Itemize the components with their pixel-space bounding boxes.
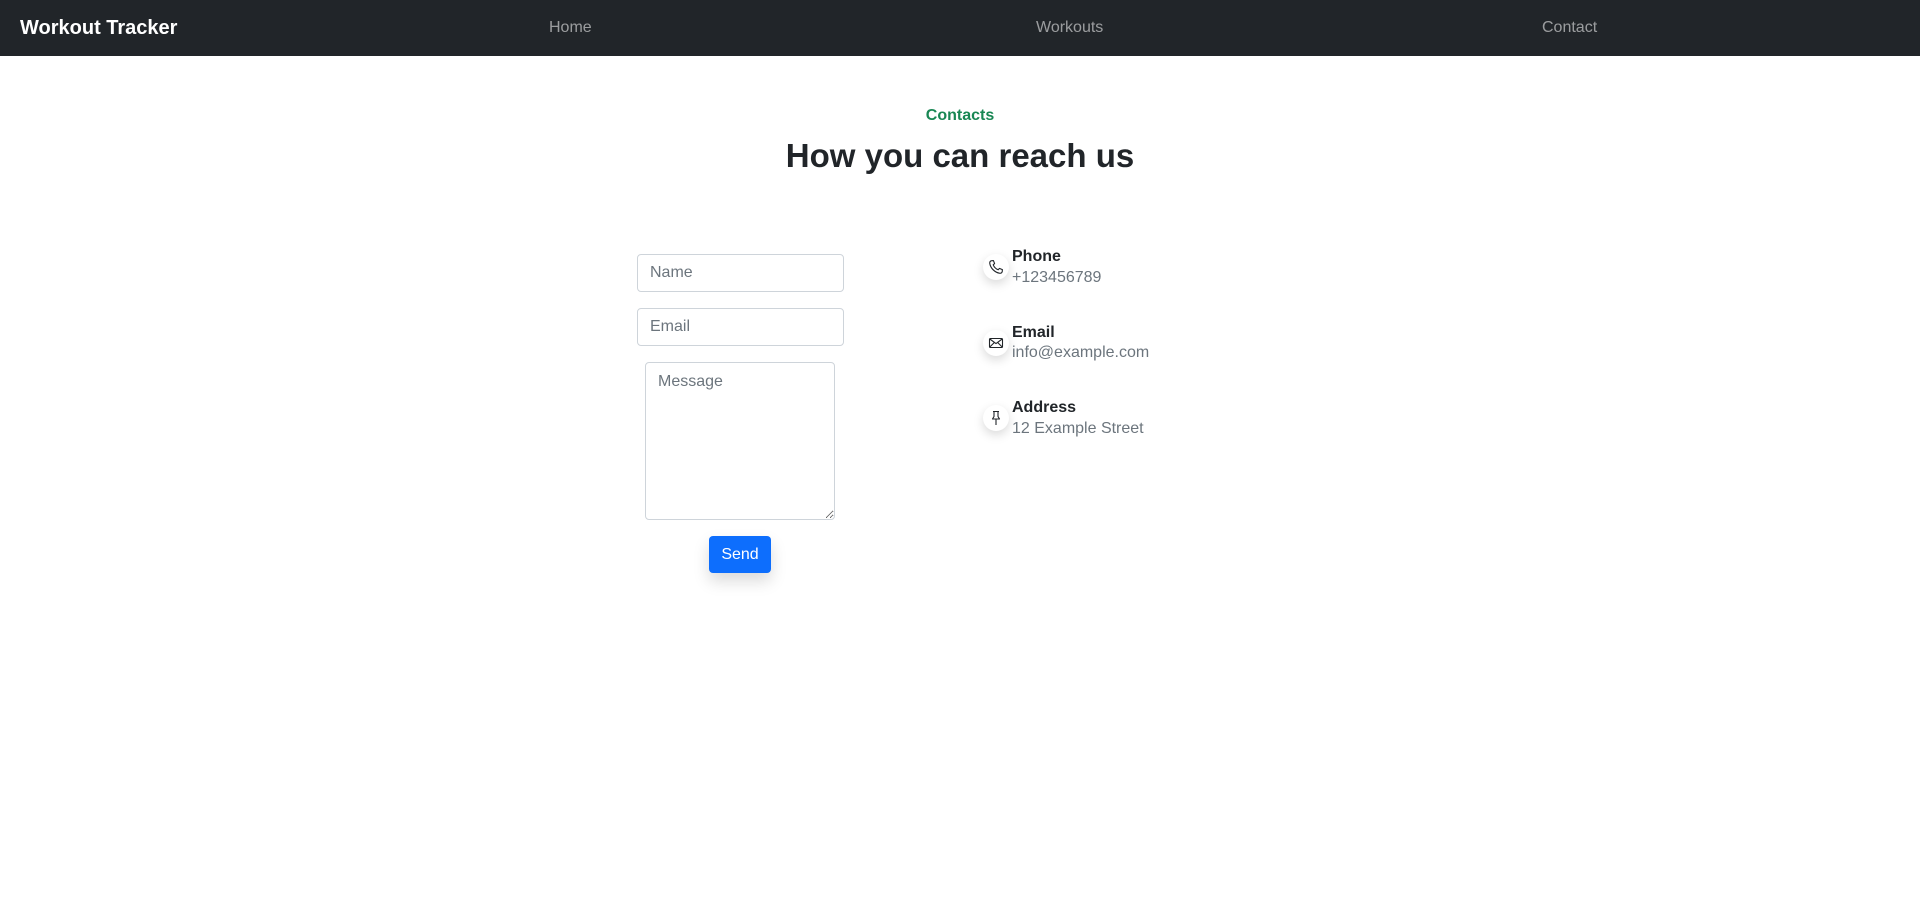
- contact-label-address: Address: [1012, 399, 1077, 416]
- send-button[interactable]: Send: [709, 536, 771, 573]
- email-input[interactable]: [637, 308, 844, 346]
- contact-label-phone: Phone: [1012, 248, 1061, 265]
- contact-value-address: 12 Example Street: [1012, 420, 1144, 437]
- contact-value-phone: +123456789: [1012, 269, 1102, 286]
- nav-link-workouts[interactable]: Workouts: [1036, 18, 1103, 38]
- contact-value-email: info@example.com: [1012, 344, 1150, 361]
- nav-link-home[interactable]: Home: [549, 18, 592, 38]
- name-input[interactable]: [637, 254, 844, 292]
- brand-logo[interactable]: Workout Tracker: [20, 15, 177, 41]
- envelope-icon: [983, 330, 1009, 356]
- pin-icon: [983, 405, 1009, 431]
- navbar: Workout Tracker Home Workouts Contact: [0, 0, 1920, 56]
- nav-link-contact[interactable]: Contact: [1542, 18, 1597, 38]
- section-kicker: Contacts: [925, 107, 995, 124]
- message-textarea[interactable]: [645, 362, 835, 520]
- phone-icon: [983, 254, 1009, 280]
- page-title: How you can reach us: [785, 137, 1135, 174]
- contact-label-email: Email: [1012, 324, 1055, 341]
